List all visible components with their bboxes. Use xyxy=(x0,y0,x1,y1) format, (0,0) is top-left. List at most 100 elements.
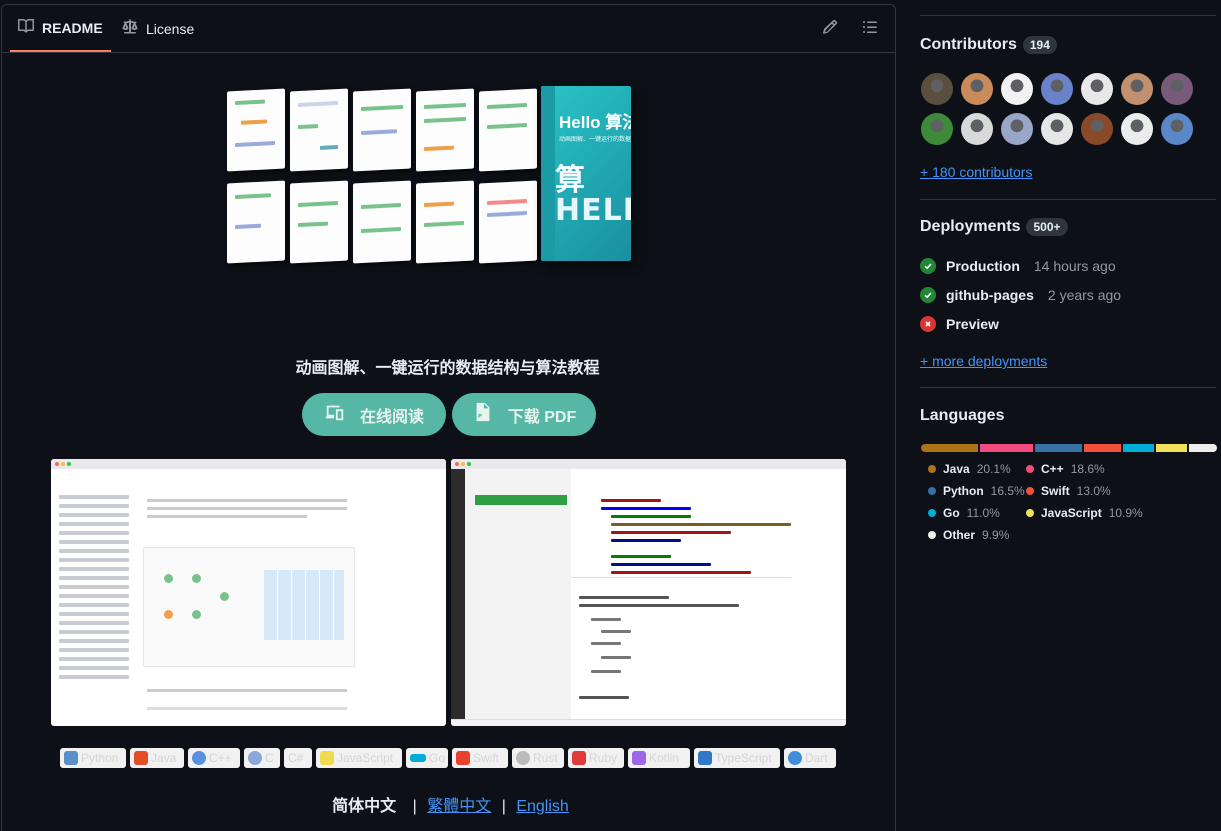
editor-debug-sidebar xyxy=(465,469,571,726)
badge-kotlin[interactable]: Kotlin xyxy=(628,748,690,768)
book-cover-art-hello: HELLO xyxy=(555,193,631,228)
language-bar-segment[interactable] xyxy=(1188,444,1217,452)
language-name: Go xyxy=(943,506,960,520)
language-color-dot xyxy=(1026,509,1034,517)
language-item[interactable]: Other 9.9% xyxy=(928,528,1009,542)
devices-icon xyxy=(324,401,346,428)
book-page-preview xyxy=(416,88,474,172)
list-unordered-icon[interactable] xyxy=(862,19,882,39)
language-color-dot xyxy=(1026,465,1034,473)
check-circle-icon xyxy=(920,258,936,274)
contributor-avatar[interactable] xyxy=(961,113,993,145)
check-circle-icon xyxy=(920,287,936,303)
adjacency-matrix xyxy=(264,570,344,640)
language-bar-segment[interactable] xyxy=(980,444,1033,452)
deployments-heading[interactable]: Deployments 500+ xyxy=(920,218,1068,236)
deployment-item[interactable]: Preview xyxy=(920,316,999,332)
badge-c[interactable]: C xyxy=(244,748,280,768)
badge-go[interactable]: Go xyxy=(406,748,448,768)
deployment-item[interactable]: github-pages 2 years ago xyxy=(920,287,1121,303)
tab-readme[interactable]: README xyxy=(10,5,111,52)
badge-java[interactable]: Java xyxy=(130,748,184,768)
language-name: Python xyxy=(943,484,984,498)
language-name: Other xyxy=(943,528,976,542)
lang-traditional-chinese-link[interactable]: 繁體中文 xyxy=(427,798,491,815)
contributors-heading[interactable]: Contributors 194 xyxy=(920,36,1057,54)
website-preview-screenshot xyxy=(51,459,446,726)
deployments-title: Deployments xyxy=(920,218,1021,235)
deployment-time: 14 hours ago xyxy=(1033,258,1116,274)
language-percent: 13.0% xyxy=(1076,484,1111,498)
language-bar-segment[interactable] xyxy=(1122,444,1154,452)
book-spine xyxy=(541,86,555,261)
badge-swift[interactable]: Swift xyxy=(452,748,508,768)
language-bar-segment[interactable] xyxy=(1083,444,1121,452)
contributor-avatar[interactable] xyxy=(1041,113,1073,145)
pencil-icon[interactable] xyxy=(822,19,842,39)
badge-csharp[interactable]: C# xyxy=(284,748,312,768)
tab-license[interactable]: License xyxy=(114,5,202,52)
badge-python[interactable]: Python xyxy=(60,748,126,768)
language-item[interactable]: Python 16.5% xyxy=(928,484,1025,498)
contributor-avatar[interactable] xyxy=(1081,113,1113,145)
download-pdf-button[interactable]: 下载 PDF xyxy=(452,393,596,436)
website-text-line xyxy=(147,507,347,510)
badge-javascript[interactable]: JavaScript xyxy=(316,748,402,768)
contributor-avatar[interactable] xyxy=(1041,73,1073,105)
more-deployments-link[interactable]: + more deployments xyxy=(920,353,1047,369)
languages-bar xyxy=(921,444,1217,452)
language-color-dot xyxy=(928,487,936,495)
book-page-preview xyxy=(353,180,411,264)
law-icon xyxy=(122,19,138,38)
language-percent: 11.0% xyxy=(966,506,1000,520)
badge-typescript[interactable]: TypeScript xyxy=(694,748,780,768)
deployment-item[interactable]: Production 14 hours ago xyxy=(920,258,1116,274)
language-name: Java xyxy=(943,462,970,476)
language-item[interactable]: C++ 18.6% xyxy=(1026,462,1105,476)
contributor-avatar[interactable] xyxy=(1121,73,1153,105)
language-color-dot xyxy=(1026,487,1034,495)
lang-separator: | xyxy=(412,798,417,815)
contributor-avatar[interactable] xyxy=(1001,113,1033,145)
language-item[interactable]: Go 11.0% xyxy=(928,506,1000,520)
contributor-avatar[interactable] xyxy=(1081,73,1113,105)
badge-rust[interactable]: Rust xyxy=(512,748,564,768)
dart-icon xyxy=(788,751,802,765)
language-bar-segment[interactable] xyxy=(1034,444,1082,452)
read-online-button[interactable]: 在线阅读 xyxy=(302,393,446,436)
contributor-avatar[interactable] xyxy=(1161,73,1193,105)
book-cover-art: 算 xyxy=(555,163,586,198)
more-contributors-link[interactable]: + 180 contributors xyxy=(920,164,1032,180)
language-bar-segment[interactable] xyxy=(921,444,979,452)
badge-dart[interactable]: Dart xyxy=(784,748,836,768)
contributor-avatar[interactable] xyxy=(921,73,953,105)
language-item[interactable]: JavaScript 10.9% xyxy=(1026,506,1143,520)
tab-readme-label: README xyxy=(42,19,103,36)
typescript-icon xyxy=(698,751,712,765)
language-bar-segment[interactable] xyxy=(1155,444,1187,452)
go-icon xyxy=(410,754,426,762)
languages-heading: Languages xyxy=(920,407,1004,425)
pdf-file-icon xyxy=(472,401,494,428)
javascript-icon xyxy=(320,751,334,765)
language-item[interactable]: Swift 13.0% xyxy=(1026,484,1111,498)
contributor-avatar[interactable] xyxy=(1001,73,1033,105)
graph-figure xyxy=(143,547,355,667)
deployment-time: 2 years ago xyxy=(1047,287,1122,303)
language-name: JavaScript xyxy=(1041,506,1102,520)
book-title: Hello 算法 xyxy=(559,113,631,132)
editor-activity-bar xyxy=(451,469,465,726)
contributor-avatar[interactable] xyxy=(1161,113,1193,145)
badge-cpp[interactable]: C++ xyxy=(188,748,240,768)
contributor-avatar[interactable] xyxy=(921,113,953,145)
deployment-name: Production xyxy=(946,258,1020,274)
contributor-avatar[interactable] xyxy=(961,73,993,105)
book-subtitle: 动画图解、一键运行的数据结构与算法教程 xyxy=(559,137,631,143)
book-page-preview xyxy=(353,88,411,172)
website-text-line xyxy=(147,499,347,502)
lang-english-link[interactable]: English xyxy=(516,798,568,815)
badge-ruby[interactable]: Ruby xyxy=(568,748,624,768)
readme-language-switch: 简体中文 | 繁體中文 | English xyxy=(0,792,895,816)
contributor-avatar[interactable] xyxy=(1121,113,1153,145)
language-item[interactable]: Java 20.1% xyxy=(928,462,1011,476)
